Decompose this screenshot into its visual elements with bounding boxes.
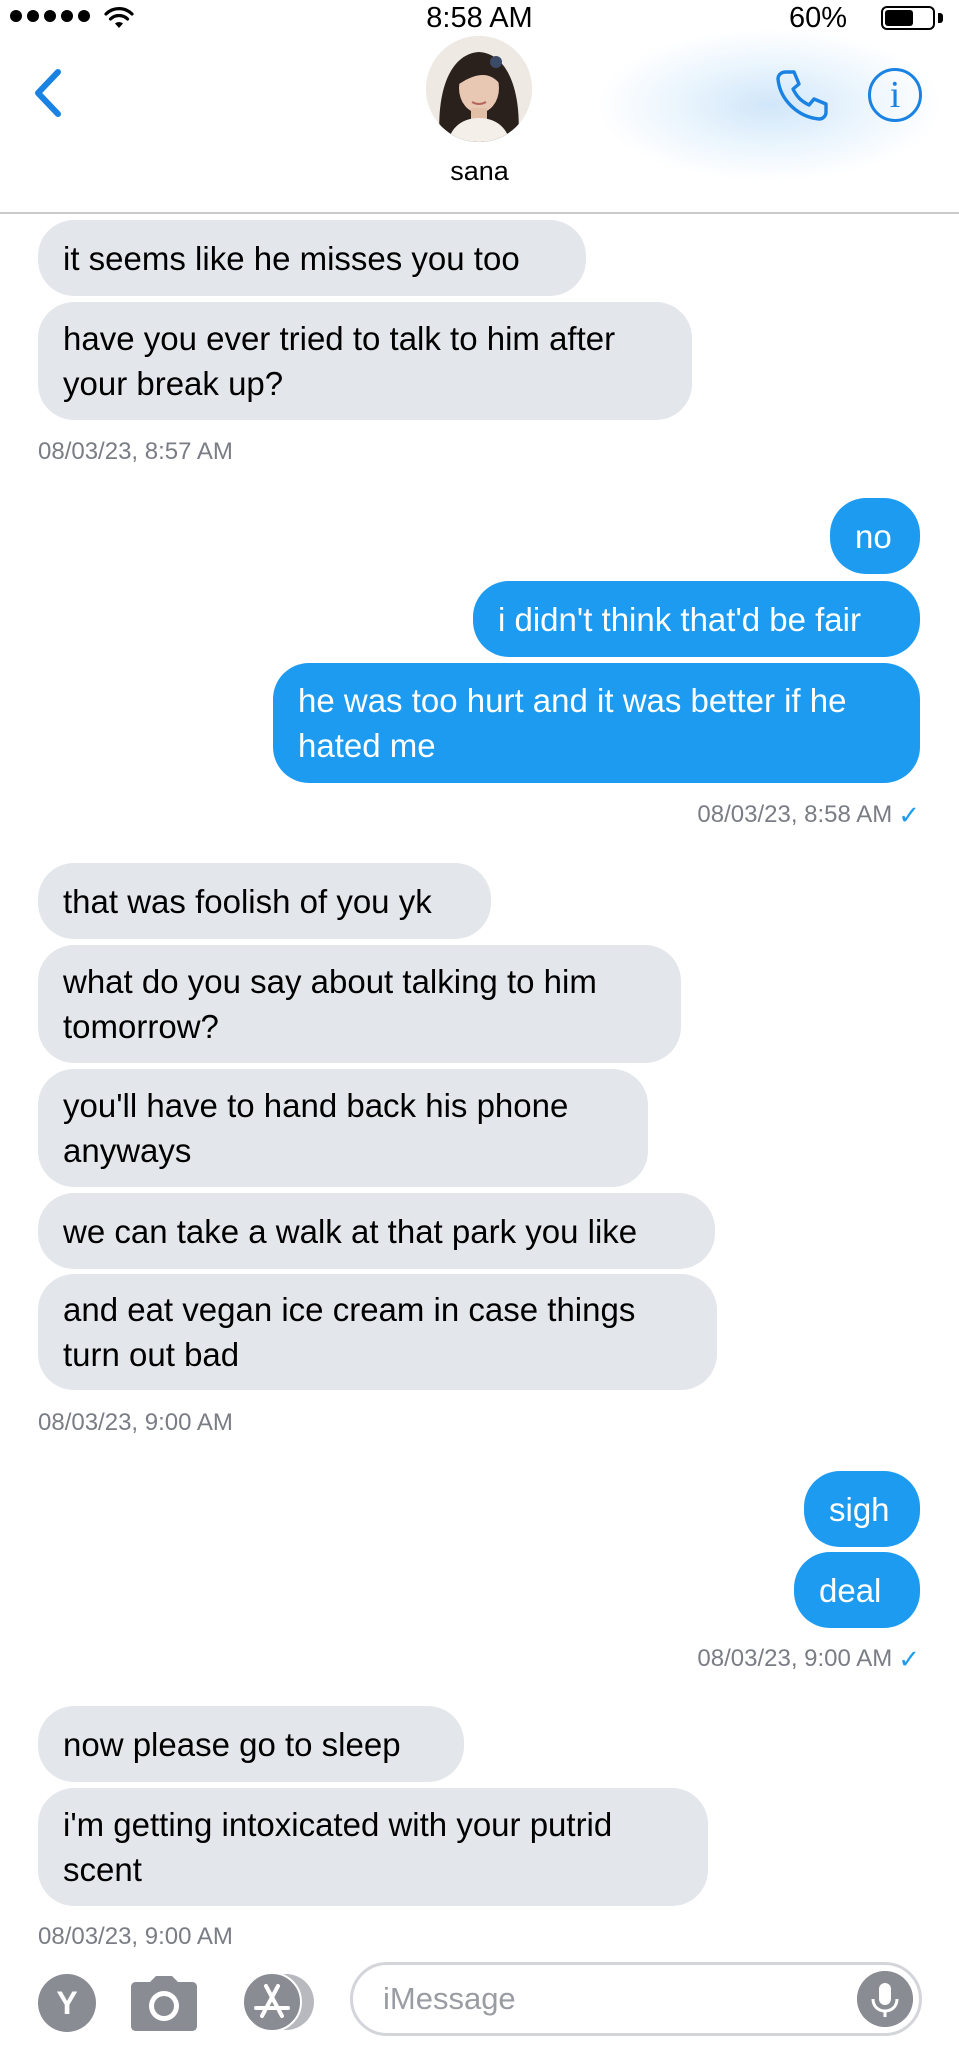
phone-icon[interactable]: [774, 66, 830, 122]
outgoing-message[interactable]: i didn't think that'd be fair: [473, 581, 920, 657]
conversation-header: 8:58 AM 60% sana i: [0, 0, 959, 214]
read-check-icon: ✓: [898, 800, 920, 830]
incoming-message[interactable]: that was foolish of you yk: [38, 863, 491, 939]
outgoing-message[interactable]: deal: [794, 1552, 920, 1628]
incoming-message[interactable]: we can take a walk at that park you like: [38, 1193, 715, 1269]
status-bar: 8:58 AM 60%: [0, 0, 959, 36]
timestamp-text: 08/03/23, 8:58 AM: [697, 801, 893, 828]
imessage-input[interactable]: iMessage: [350, 1962, 922, 2036]
contact-avatar[interactable]: [426, 36, 532, 142]
incoming-message[interactable]: and eat vegan ice cream in case things t…: [38, 1274, 717, 1390]
contact-name[interactable]: sana: [0, 156, 959, 187]
microphone-icon[interactable]: [857, 1971, 913, 2027]
back-chevron-icon[interactable]: [28, 66, 72, 120]
incoming-message[interactable]: you'll have to hand back his phone anywa…: [38, 1069, 648, 1187]
incoming-message[interactable]: i'm getting intoxicated with your putrid…: [38, 1788, 708, 1906]
message-timestamp: 08/03/23, 8:57 AM: [38, 438, 233, 465]
info-icon[interactable]: i: [868, 68, 922, 122]
read-check-icon: ✓: [898, 1644, 920, 1674]
app-store-icon[interactable]: [238, 1972, 318, 2032]
message-timestamp-sent: 08/03/23, 9:00 AM ✓: [697, 1644, 920, 1674]
incoming-message[interactable]: now please go to sleep: [38, 1706, 464, 1782]
battery-tip: [938, 13, 943, 23]
battery-icon: [881, 6, 935, 30]
battery-percentage: 60%: [788, 2, 847, 34]
outgoing-message[interactable]: sigh: [804, 1471, 920, 1547]
imessage-placeholder: iMessage: [383, 1981, 516, 2016]
message-timestamp: 08/03/23, 9:00 AM: [38, 1923, 233, 1950]
timestamp-text: 08/03/23, 9:00 AM: [697, 1645, 893, 1672]
outgoing-message[interactable]: no: [830, 498, 920, 574]
outgoing-message[interactable]: he was too hurt and it was better if he …: [273, 663, 920, 783]
incoming-message[interactable]: what do you say about talking to him tom…: [38, 945, 681, 1063]
message-timestamp: 08/03/23, 9:00 AM: [38, 1409, 233, 1436]
incoming-message[interactable]: have you ever tried to talk to him after…: [38, 302, 692, 420]
app-drawer-y-button[interactable]: Y: [38, 1974, 96, 2032]
incoming-message[interactable]: it seems like he misses you too: [38, 220, 586, 296]
camera-icon[interactable]: [130, 1974, 198, 2032]
message-timestamp-sent: 08/03/23, 8:58 AM ✓: [697, 800, 920, 830]
